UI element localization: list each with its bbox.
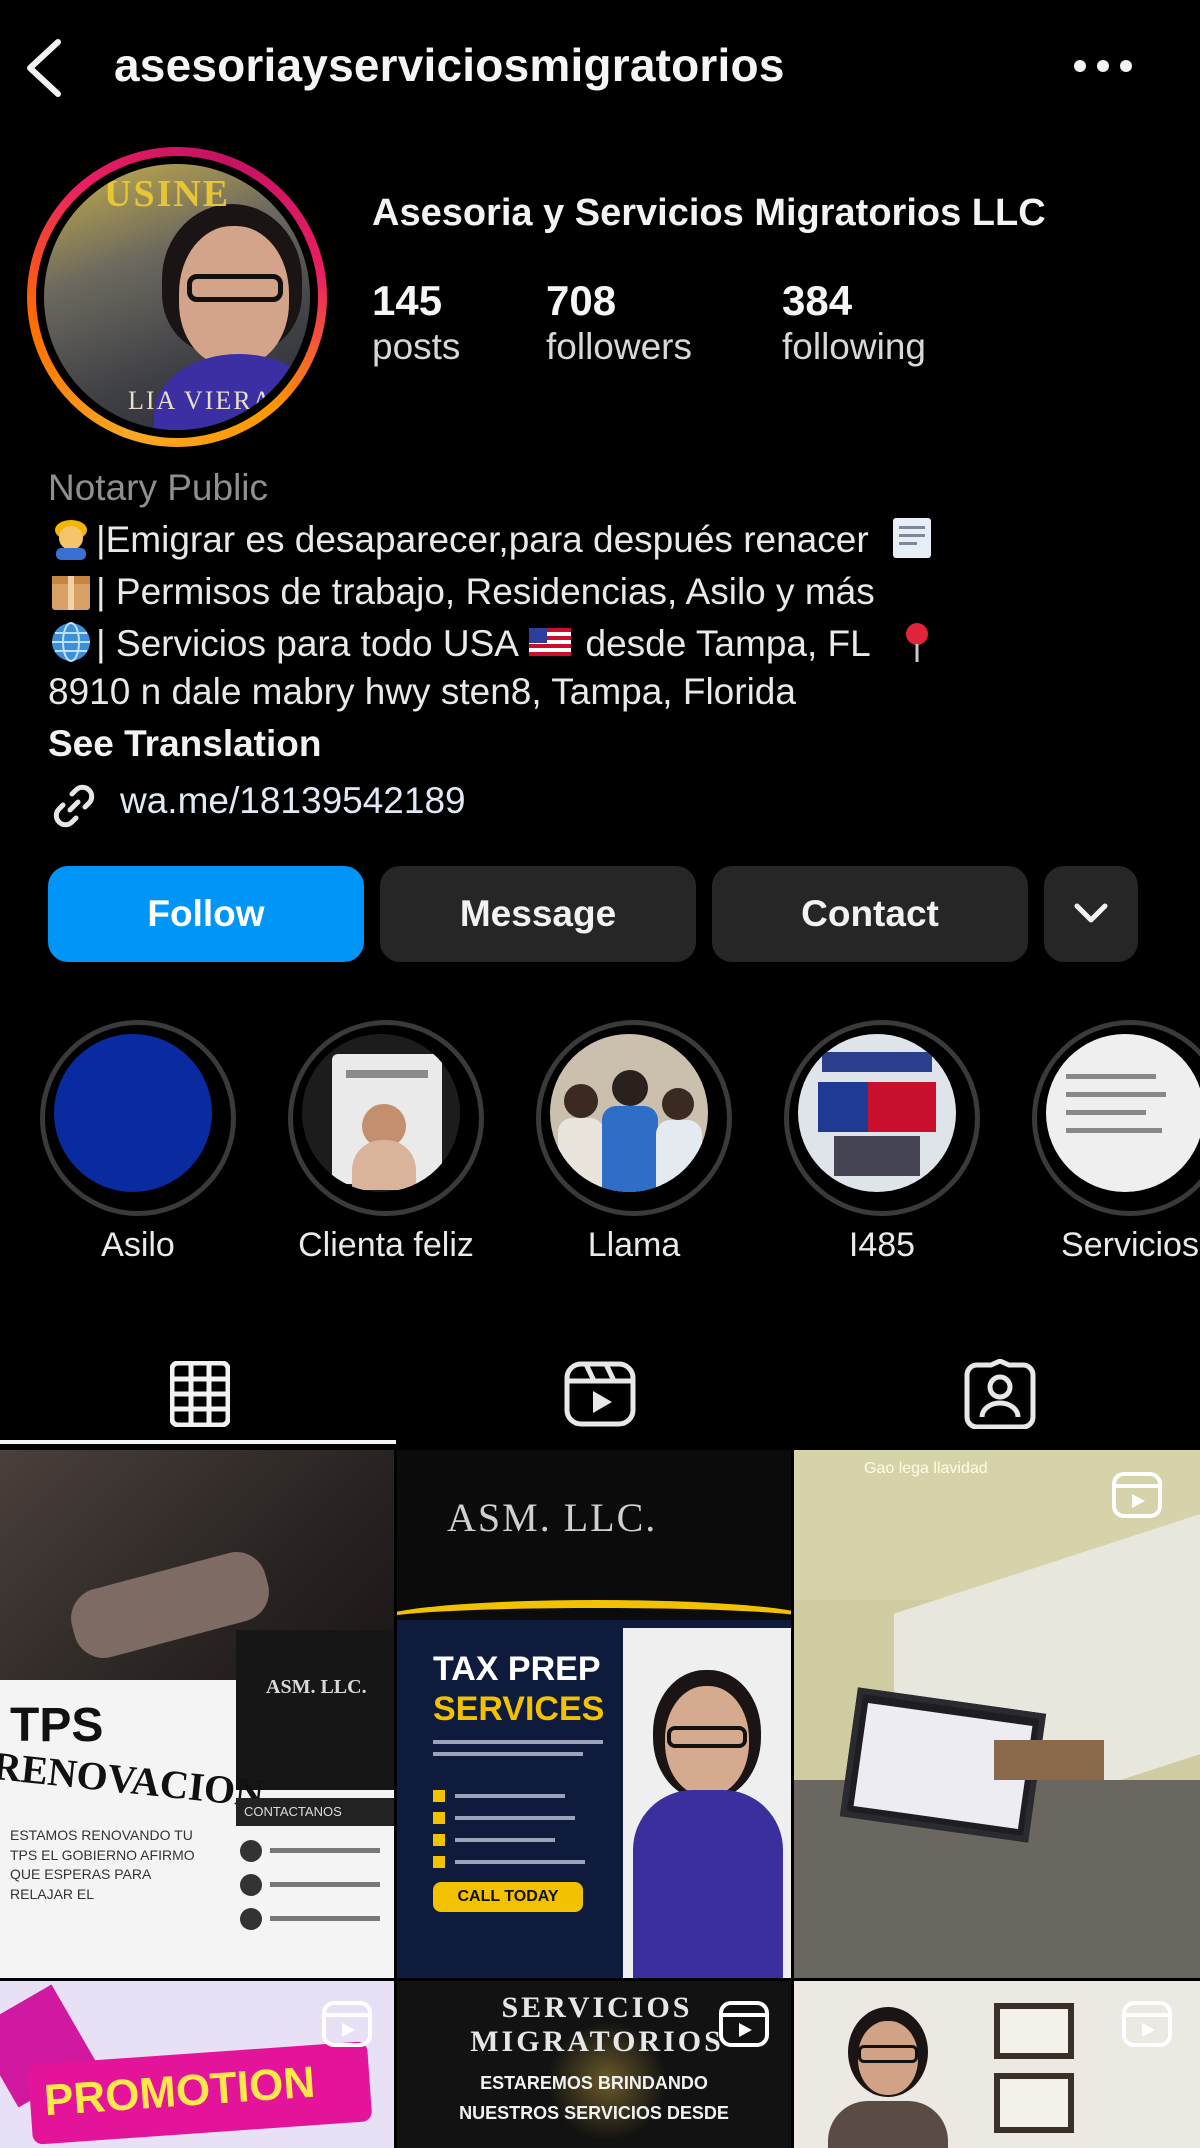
- more-horizontal-icon: [1074, 60, 1132, 72]
- contact-button[interactable]: Contact: [712, 866, 1028, 962]
- stat-followers-label: followers: [546, 326, 692, 368]
- document-emoji-icon: [889, 516, 935, 560]
- reels-icon: [564, 1361, 636, 1427]
- tab-posts-grid[interactable]: [0, 1340, 400, 1448]
- globe-emoji-icon: [48, 620, 94, 664]
- stat-following-label: following: [782, 326, 926, 368]
- grid-icon: [170, 1361, 230, 1427]
- profile-full-name: Asesoria y Servicios Migratorios LLC: [372, 192, 1046, 234]
- post-body-1: ESTAREMOS BRINDANDO: [480, 2073, 708, 2093]
- message-button[interactable]: Message: [380, 866, 696, 962]
- stat-followers-value: 708: [546, 277, 617, 324]
- highlight-cover: [1046, 1034, 1200, 1192]
- follow-button[interactable]: Follow: [48, 866, 364, 962]
- profile-avatar-story-ring[interactable]: USINE LIA VIERA: [27, 147, 327, 447]
- tab-tagged[interactable]: [800, 1340, 1200, 1448]
- bio-line-1: |Emigrar es desaparecer,para después ren…: [48, 516, 1168, 561]
- see-translation-link[interactable]: See Translation: [48, 723, 1168, 765]
- reel-badge-icon: [322, 2001, 372, 2047]
- post-caption: Gao lega llavidad: [864, 1460, 988, 1477]
- post-tile[interactable]: SERVICIOS MIGRATORIOS ESTAREMOS BRINDAND…: [397, 1981, 791, 2148]
- chevron-left-icon: [27, 39, 61, 97]
- bio-line-3-text: | Servicios para todo USA: [96, 623, 517, 664]
- post-brand: ASM. LLC.: [447, 1495, 658, 1540]
- post-subtitle: RENOVACION: [0, 1742, 267, 1817]
- stat-followers[interactable]: 708 followers: [546, 277, 692, 370]
- post-tile[interactable]: ASM. LLC. TPS RENOVACION ESTAMOS RENOVAN…: [0, 1450, 394, 1978]
- post-cta: CALL TODAY: [433, 1882, 583, 1912]
- post-body: ESTAMOS RENOVANDO TU TPS EL GOBIERNO AFI…: [10, 1827, 195, 1902]
- bio-category: Notary Public: [48, 467, 269, 508]
- website-url: wa.me/18139542189: [120, 780, 466, 821]
- bio-line-1-text: |Emigrar es desaparecer,para después ren…: [96, 519, 869, 560]
- highlight-cover: [302, 1034, 460, 1192]
- bio-line-3: | Servicios para todo USA desde Tampa, F…: [48, 620, 1168, 665]
- reel-badge-icon: [1112, 1472, 1162, 1518]
- bio-line-3-location: desde Tampa, FL: [575, 623, 870, 664]
- back-button[interactable]: [22, 36, 70, 100]
- highlight-cover: [54, 1034, 212, 1192]
- post-body-2: NUESTROS SERVICIOS DESDE: [459, 2103, 729, 2123]
- stat-following[interactable]: 384 following: [782, 277, 926, 370]
- post-tile[interactable]: Gao lega llavidad: [794, 1450, 1200, 1978]
- profile-tabs: [0, 1340, 1200, 1448]
- profile-header: asesoriayserviciosmigratorios: [0, 0, 1200, 140]
- post-tile[interactable]: ASM. LLC. TAX PREP SERVICES CALL TODAY: [397, 1450, 791, 1978]
- reel-badge-icon: [719, 2001, 769, 2047]
- avatar: USINE LIA VIERA: [44, 164, 310, 430]
- avatar-magazine-title: USINE: [104, 173, 231, 215]
- highlight-cover: [798, 1034, 956, 1192]
- tagged-icon: [964, 1359, 1036, 1429]
- worker-emoji-icon: [48, 516, 94, 560]
- highlight-label: Servicios: [1061, 1226, 1199, 1264]
- avatar-magazine-name: LIA VIERA: [128, 386, 274, 415]
- reel-badge-icon: [1122, 2001, 1172, 2047]
- package-emoji-icon: [48, 568, 94, 612]
- highlight-cover: [550, 1034, 708, 1192]
- bio-line-2-text: | Permisos de trabajo, Residencias, Asil…: [96, 571, 875, 612]
- link-icon: [53, 784, 95, 828]
- us-flag-emoji-icon: [527, 620, 573, 664]
- stat-following-value: 384: [782, 277, 853, 324]
- active-tab-indicator: [0, 1440, 396, 1444]
- post-headline-1: TAX PREP: [433, 1650, 601, 1688]
- bio-line-2: | Permisos de trabajo, Residencias, Asil…: [48, 568, 1168, 613]
- stat-posts-label: posts: [372, 326, 461, 368]
- tab-reels[interactable]: [400, 1340, 800, 1448]
- chevron-down-icon: [1074, 903, 1108, 923]
- pin-emoji-icon: [894, 620, 940, 664]
- stat-posts[interactable]: 145 posts: [372, 277, 461, 370]
- post-contact: CONTACTANOS: [236, 1798, 394, 1826]
- posts-grid: ASM. LLC. TPS RENOVACION ESTAMOS RENOVAN…: [0, 1450, 1200, 2148]
- post-tile[interactable]: [794, 1981, 1200, 2148]
- post-headline-2: SERVICES: [433, 1690, 605, 1728]
- header-username: asesoriayserviciosmigratorios: [114, 39, 785, 91]
- suggested-accounts-button[interactable]: [1044, 866, 1138, 962]
- bio-address: 8910 n dale mabry hwy sten8, Tampa, Flor…: [48, 671, 796, 712]
- post-tile[interactable]: PROMOTION: [0, 1981, 394, 2148]
- stat-posts-value: 145: [372, 277, 443, 324]
- more-options-button[interactable]: [1068, 54, 1138, 78]
